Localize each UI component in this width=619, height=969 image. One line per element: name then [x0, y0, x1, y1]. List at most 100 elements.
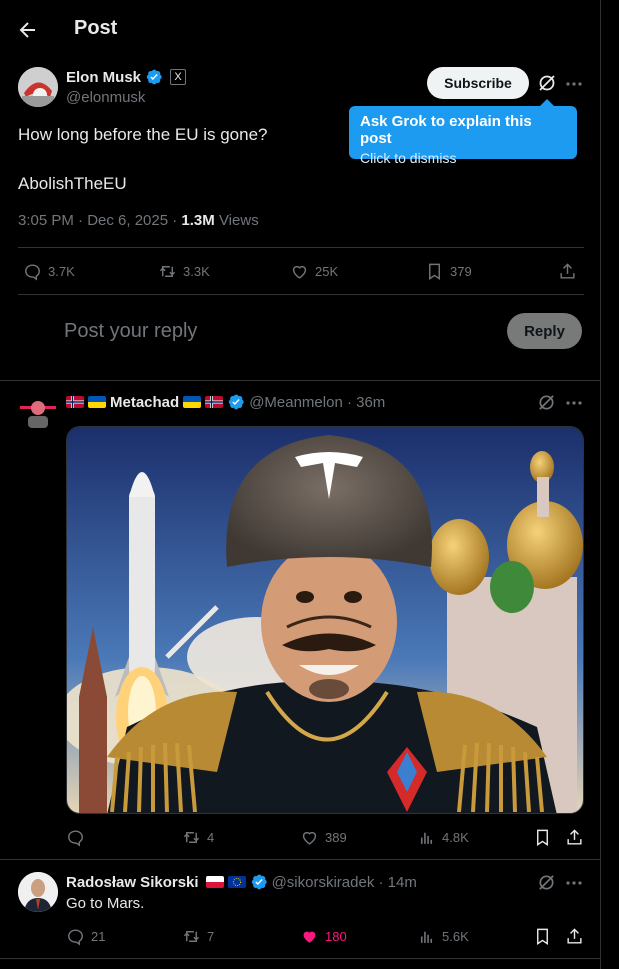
reply-avatar[interactable]	[18, 872, 58, 912]
repost-icon	[183, 931, 200, 942]
share-action[interactable]	[565, 828, 584, 847]
post-meta: 3:05 PM · Dec 6, 2025 · 1.3M Views	[18, 212, 259, 229]
norway-flag-icon	[66, 396, 84, 408]
grok-button[interactable]	[537, 873, 556, 892]
repost-count: 7	[207, 929, 215, 944]
share-action[interactable]	[558, 262, 577, 281]
more-options-button[interactable]	[564, 74, 584, 94]
reply-input[interactable]: Post your reply	[64, 320, 197, 343]
views-count: 1.3M	[181, 212, 215, 229]
back-button[interactable]	[16, 18, 40, 42]
share-icon	[567, 928, 582, 944]
grok-button[interactable]	[537, 393, 556, 412]
reply-button[interactable]: Reply	[507, 313, 582, 349]
eu-flag-icon	[227, 876, 246, 888]
post-timestamp[interactable]: 3:05 PM · Dec 6, 2025 ·	[18, 212, 181, 229]
tooltip-dismiss[interactable]: Click to dismiss	[360, 150, 566, 166]
like-count: 180	[325, 929, 347, 944]
divider	[0, 859, 601, 860]
views-count: 4.8K	[442, 830, 469, 845]
like-action[interactable]: 389	[300, 828, 347, 847]
author-name[interactable]: Elon Musk	[66, 69, 141, 86]
grok-icon	[539, 395, 554, 410]
tooltip-title: Ask Grok to explain this post	[360, 113, 532, 147]
bookmark-count: 379	[450, 264, 472, 279]
divider	[18, 294, 584, 295]
share-icon	[567, 829, 582, 845]
views-action[interactable]: 4.8K	[417, 828, 469, 847]
views-count: 5.6K	[442, 929, 469, 944]
reply-icon	[25, 264, 40, 281]
reply-author-name[interactable]: Metachad	[110, 394, 179, 411]
share-icon	[560, 263, 575, 279]
norway-flag-icon	[205, 396, 224, 408]
post-hashtag-text: AbolishTheEU	[18, 174, 127, 193]
reply-author-row: Radosław Sikorski @sikorskiradek · 14m	[66, 873, 417, 891]
reply-text: Go to Mars.	[66, 895, 145, 912]
reply-count: 3.7K	[48, 264, 75, 279]
ukraine-flag-icon	[88, 396, 106, 408]
reply-action[interactable]	[66, 828, 91, 847]
reply-avatar[interactable]	[18, 394, 58, 434]
divider	[0, 380, 601, 381]
ukraine-flag-icon	[183, 396, 202, 408]
bookmark-icon	[429, 263, 440, 280]
bookmark-icon	[537, 928, 548, 945]
grok-icon	[539, 75, 555, 91]
like-action[interactable]: 180	[300, 927, 347, 946]
reply-action[interactable]: 3.7K	[23, 262, 75, 281]
repost-action[interactable]: 4	[182, 828, 214, 847]
like-count: 25K	[315, 264, 339, 279]
analytics-icon	[420, 832, 433, 844]
reply-icon	[68, 929, 83, 946]
page-title: Post	[74, 17, 118, 39]
bookmark-action[interactable]	[533, 828, 552, 847]
bookmark-action[interactable]: 379	[425, 262, 472, 281]
share-action[interactable]	[565, 927, 584, 946]
bookmark-action[interactable]	[533, 927, 552, 946]
like-count: 389	[325, 830, 347, 845]
views-label: Views	[214, 212, 259, 229]
repost-count: 4	[207, 830, 215, 845]
more-horizontal-icon	[566, 82, 582, 86]
grok-button[interactable]	[537, 73, 557, 93]
repost-icon	[183, 832, 200, 843]
heart-icon	[302, 831, 317, 845]
divider	[0, 958, 601, 959]
bookmark-icon	[537, 829, 548, 846]
author-avatar[interactable]	[18, 67, 58, 107]
repost-action[interactable]: 3.3K	[158, 262, 210, 281]
grok-tooltip[interactable]: Ask Grok to explain this post Click to d…	[349, 99, 577, 166]
author-handle[interactable]: @elonmusk	[66, 89, 145, 106]
reply-action[interactable]: 21	[66, 927, 105, 946]
verified-badge-icon	[251, 874, 267, 890]
affiliate-badge[interactable]: X	[170, 69, 187, 85]
arrow-left-icon	[19, 22, 35, 38]
verified-badge-icon	[146, 69, 162, 85]
post-text: How long before the EU is gone?	[18, 125, 268, 144]
analytics-icon	[420, 931, 433, 943]
reply-count: 21	[91, 929, 106, 944]
reply-media-image[interactable]	[66, 426, 584, 814]
subscribe-button[interactable]: Subscribe	[427, 67, 529, 99]
reply-handle-time[interactable]: @Meanmelon · 36m	[249, 394, 385, 411]
repost-count: 3.3K	[183, 264, 210, 279]
like-action[interactable]: 25K	[290, 262, 338, 281]
verified-badge-icon	[228, 394, 244, 410]
heart-filled-icon	[303, 931, 316, 943]
reply-icon	[68, 830, 83, 847]
more-options-button[interactable]	[564, 873, 584, 893]
more-options-button[interactable]	[564, 393, 584, 413]
more-horizontal-icon	[566, 401, 582, 405]
divider	[18, 247, 584, 248]
post-column: Post Elon Musk X @elonmusk Subscribe Ask…	[0, 0, 601, 969]
author-row: Elon Musk X	[66, 68, 187, 86]
poland-flag-icon	[205, 876, 224, 888]
more-horizontal-icon	[566, 881, 582, 885]
repost-action[interactable]: 7	[182, 927, 214, 946]
reply-handle-time[interactable]: @sikorskiradek · 14m	[272, 874, 417, 891]
reply-author-name[interactable]: Radosław Sikorski	[66, 874, 199, 891]
heart-icon	[292, 265, 307, 279]
views-action[interactable]: 5.6K	[417, 927, 469, 946]
grok-icon	[539, 875, 554, 890]
